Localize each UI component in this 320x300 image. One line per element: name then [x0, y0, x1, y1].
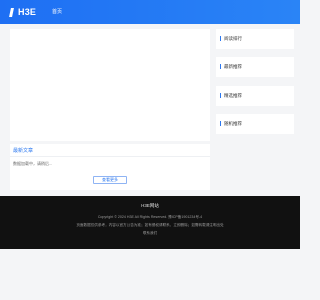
sidebar-item-label: 精选推荐 — [224, 93, 242, 98]
site-footer: H3E网站 Copyright © 2024 H3E All Rights Re… — [0, 196, 300, 249]
bar-marker-icon — [220, 64, 221, 69]
latest-articles-panel: 最新文章 数据加载中，请稍后... 查看更多 — [10, 144, 210, 190]
sidebar-item-featured[interactable]: 精选推荐 — [216, 86, 294, 106]
footer-title: H3E网站 — [141, 203, 159, 208]
logo-mark-icon — [10, 8, 17, 17]
view-more-button[interactable]: 查看更多 — [93, 176, 127, 184]
sidebar-item-label: 最新推荐 — [224, 64, 242, 69]
footer-disclaimer: 页面数据仅供参考，内容以官方公告为准；如有侵权请联系，立即删除；如需转载请注明出… — [76, 223, 224, 227]
sidebar-item-latest[interactable]: 最新推荐 — [216, 57, 294, 77]
sidebar-item-reading-rank[interactable]: 阅读排行 — [216, 29, 294, 49]
panel-title: 最新文章 — [13, 148, 34, 154]
footer-contact-link[interactable]: 联系我们 — [0, 231, 300, 236]
sidebar-item-label: 阅读排行 — [224, 36, 242, 41]
sidebar-item-random[interactable]: 随机推荐 — [216, 114, 294, 134]
nav-home-link[interactable]: 首页 — [52, 7, 62, 17]
main-content-area — [10, 29, 210, 141]
logo-text: H3E — [18, 7, 37, 17]
bar-marker-icon — [220, 121, 221, 126]
footer-copyright: Copyright © 2024 H3E All Rights Reserved… — [97, 215, 203, 219]
bar-marker-icon — [220, 36, 221, 41]
panel-divider — [10, 156, 210, 157]
sidebar-item-label: 随机推荐 — [224, 121, 242, 126]
loading-text: 数据加载中，请稍后... — [13, 161, 53, 166]
site-header: H3E 首页 — [0, 0, 300, 24]
site-logo[interactable]: H3E — [10, 6, 36, 18]
bar-marker-icon — [220, 93, 221, 98]
